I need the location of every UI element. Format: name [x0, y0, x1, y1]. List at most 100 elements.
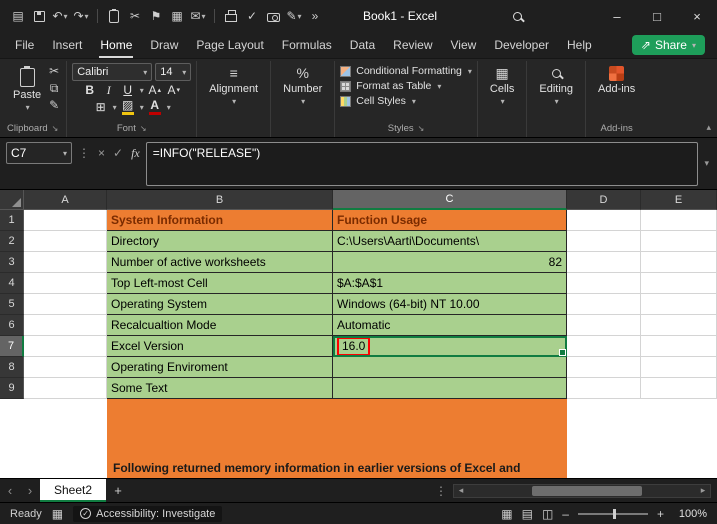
cell-D9[interactable] [567, 378, 641, 399]
dialog-launcher-icon[interactable]: ↘ [418, 124, 425, 133]
tab-formulas[interactable]: Formulas [273, 32, 341, 58]
tab-review[interactable]: Review [384, 32, 441, 58]
row-header-8[interactable]: 8 [0, 357, 24, 378]
table-icon[interactable]: ▦ [167, 4, 187, 28]
cell-A5[interactable] [24, 294, 107, 315]
chevron-down-icon[interactable]: ▾ [64, 12, 68, 21]
cell-A4[interactable] [24, 273, 107, 294]
cell-D4[interactable] [567, 273, 641, 294]
name-box[interactable]: C7 ▾ [6, 142, 72, 164]
chevron-down-icon[interactable]: ▾ [167, 103, 171, 112]
cell-A7[interactable] [24, 336, 107, 357]
horizontal-scrollbar[interactable]: ◂ ▸ [453, 483, 711, 498]
increase-font-size-icon[interactable]: A ▴ [147, 82, 163, 98]
row-header-6[interactable]: 6 [0, 315, 24, 336]
close-button[interactable]: × [677, 0, 717, 32]
workbook-icon[interactable]: ▤ [8, 4, 28, 28]
zoom-slider-thumb[interactable] [612, 508, 616, 519]
font-size-select[interactable]: 14 ▾ [155, 63, 192, 81]
zoom-level[interactable]: 100% [673, 508, 707, 520]
cell-B3[interactable]: Number of active worksheets [107, 252, 333, 273]
format-painter-icon[interactable]: ✎ [49, 99, 59, 112]
cell-D7[interactable] [567, 336, 641, 357]
more-commands-icon[interactable]: » [305, 4, 325, 28]
share-button[interactable]: ⇗ Share ▾ [631, 35, 705, 55]
formula-input[interactable]: =INFO("RELEASE") [145, 142, 699, 186]
cell-D3[interactable] [567, 252, 641, 273]
cell-E9[interactable] [641, 378, 717, 399]
cell-C1[interactable]: Function Usage [333, 210, 567, 231]
tab-draw[interactable]: Draw [141, 32, 187, 58]
cell-E5[interactable] [641, 294, 717, 315]
new-sheet-icon[interactable]: + [106, 483, 130, 498]
dialog-launcher-icon[interactable]: ↘ [140, 124, 147, 133]
expand-formula-bar-icon[interactable]: ▾ [704, 158, 709, 169]
normal-view-icon[interactable]: ▦ [501, 507, 512, 521]
page-layout-view-icon[interactable]: ▤ [522, 507, 533, 521]
zoom-in-icon[interactable]: + [657, 507, 664, 521]
enter-icon[interactable]: ✓ [113, 146, 123, 160]
scroll-thumb[interactable] [532, 485, 642, 496]
collapse-ribbon-icon[interactable]: ▴ [706, 122, 711, 133]
macro-record-icon[interactable]: ▦ [52, 507, 63, 521]
cell-C8[interactable] [333, 357, 567, 378]
cell-A2[interactable] [24, 231, 107, 252]
number-button[interactable]: % Number ▾ [276, 62, 329, 107]
select-all-corner[interactable] [0, 190, 24, 210]
scroll-left-icon[interactable]: ◂ [454, 485, 468, 496]
zoom-slider[interactable] [577, 508, 648, 519]
formula-bar-dots-icon[interactable]: ⋮ [78, 146, 90, 160]
cell-B8[interactable]: Operating Enviroment [107, 357, 333, 378]
editing-button[interactable]: Editing ▾ [532, 62, 580, 106]
fill-color-icon[interactable]: ▨ [120, 99, 136, 115]
decrease-font-size-icon[interactable]: A ▾ [166, 82, 182, 98]
save-icon[interactable] [29, 4, 49, 28]
cut-icon[interactable]: ✂ [49, 65, 59, 78]
cell-B2[interactable]: Directory [107, 231, 333, 252]
sheet-tab-sheet2[interactable]: Sheet2 [40, 479, 107, 502]
cell-A1[interactable] [24, 210, 107, 231]
search-icon[interactable] [497, 0, 537, 32]
clipboard-icon[interactable] [104, 4, 124, 28]
cell-C6[interactable]: Automatic [333, 315, 567, 336]
row-header-9[interactable]: 9 [0, 378, 24, 399]
cell-B5[interactable]: Operating System [107, 294, 333, 315]
flag-icon[interactable]: ⚑ [146, 4, 166, 28]
chevron-down-icon[interactable]: ▾ [85, 12, 89, 21]
cell-E4[interactable] [641, 273, 717, 294]
cell-A8[interactable] [24, 357, 107, 378]
cell-A9[interactable] [24, 378, 107, 399]
row-header-3[interactable]: 3 [0, 252, 24, 273]
row-header-7[interactable]: 7 [0, 336, 24, 357]
spellcheck-icon[interactable]: ✓ [242, 4, 262, 28]
page-break-view-icon[interactable]: ◫ [542, 507, 553, 521]
row-header-5[interactable]: 5 [0, 294, 24, 315]
chevron-down-icon[interactable]: ▾ [63, 149, 67, 158]
tab-page-layout[interactable]: Page Layout [187, 32, 272, 58]
column-header-A[interactable]: A [24, 190, 107, 210]
cell-D6[interactable] [567, 315, 641, 336]
tab-data[interactable]: Data [341, 32, 384, 58]
tab-view[interactable]: View [442, 32, 486, 58]
sheet-nav-left-icon[interactable]: ‹ [0, 483, 20, 498]
chevron-down-icon[interactable]: ▾ [298, 12, 302, 21]
tab-developer[interactable]: Developer [485, 32, 558, 58]
cell-A3[interactable] [24, 252, 107, 273]
cell-B1[interactable]: System Information [107, 210, 333, 231]
cell-C5[interactable]: Windows (64-bit) NT 10.00 [333, 294, 567, 315]
cell-E6[interactable] [641, 315, 717, 336]
tab-help[interactable]: Help [558, 32, 601, 58]
cell-C9[interactable] [333, 378, 567, 399]
column-header-E[interactable]: E [641, 190, 717, 210]
chevron-down-icon[interactable]: ▾ [140, 103, 144, 112]
cell-D8[interactable] [567, 357, 641, 378]
column-header-B[interactable]: B [107, 190, 333, 210]
maximize-button[interactable]: □ [637, 0, 677, 32]
cell-C2[interactable]: C:\Users\Aarti\Documents\ [333, 231, 567, 252]
addins-button[interactable]: Add-ins [591, 62, 642, 95]
italic-button[interactable]: I [101, 82, 117, 98]
cell-D2[interactable] [567, 231, 641, 252]
camera-icon[interactable] [263, 4, 283, 28]
column-header-C[interactable]: C [333, 190, 567, 210]
format-as-table-button[interactable]: Format as Table ▾ [340, 80, 441, 92]
